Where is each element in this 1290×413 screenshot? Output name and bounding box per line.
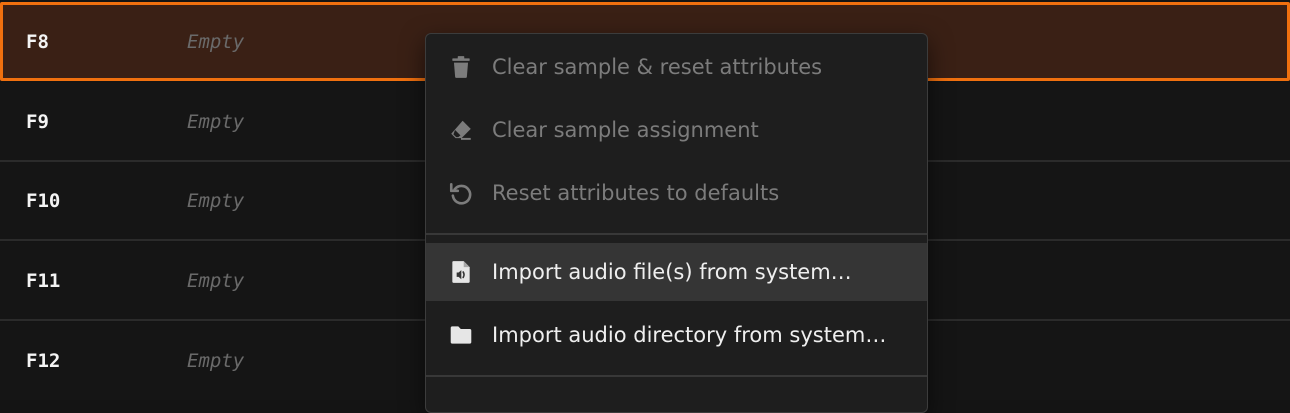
menu-item-reset-attributes[interactable]: Reset attributes to defaults	[426, 164, 927, 222]
slot-note-label: F12	[26, 350, 61, 372]
trash-icon	[452, 56, 470, 78]
menu-item-import-audio-directory[interactable]: Import audio directory from system…	[426, 306, 927, 364]
folder-icon	[450, 326, 472, 344]
menu-divider	[426, 375, 927, 377]
menu-item-clear-sample-assignment[interactable]: Clear sample assignment	[426, 101, 927, 159]
slot-sample-name: Empty	[187, 189, 245, 212]
menu-item-clear-sample-reset[interactable]: Clear sample & reset attributes	[426, 38, 927, 96]
eraser-icon	[451, 120, 471, 140]
menu-item-label: Reset attributes to defaults	[492, 181, 780, 205]
slot-note-label: F10	[26, 189, 61, 212]
slot-sample-name: Empty	[187, 269, 245, 292]
slot-sample-name: Empty	[187, 30, 245, 53]
slot-context-menu: Clear sample & reset attributes Clear sa…	[425, 33, 928, 413]
slot-sample-name: Empty	[187, 110, 245, 133]
slot-sample-name: Empty	[187, 350, 245, 372]
menu-divider	[426, 233, 927, 235]
undo-icon	[449, 183, 472, 205]
menu-item-label: Clear sample & reset attributes	[492, 55, 823, 79]
menu-item-import-audio-files[interactable]: Import audio file(s) from system…	[426, 243, 927, 301]
slot-note-label: F9	[26, 110, 49, 133]
menu-item-label: Import audio file(s) from system…	[492, 260, 852, 284]
slot-note-label: F11	[26, 269, 61, 292]
audio-file-icon	[452, 261, 470, 283]
menu-item-label: Clear sample assignment	[492, 118, 759, 142]
slot-note-label: F8	[26, 30, 49, 53]
menu-item-label: Import audio directory from system…	[492, 323, 887, 347]
